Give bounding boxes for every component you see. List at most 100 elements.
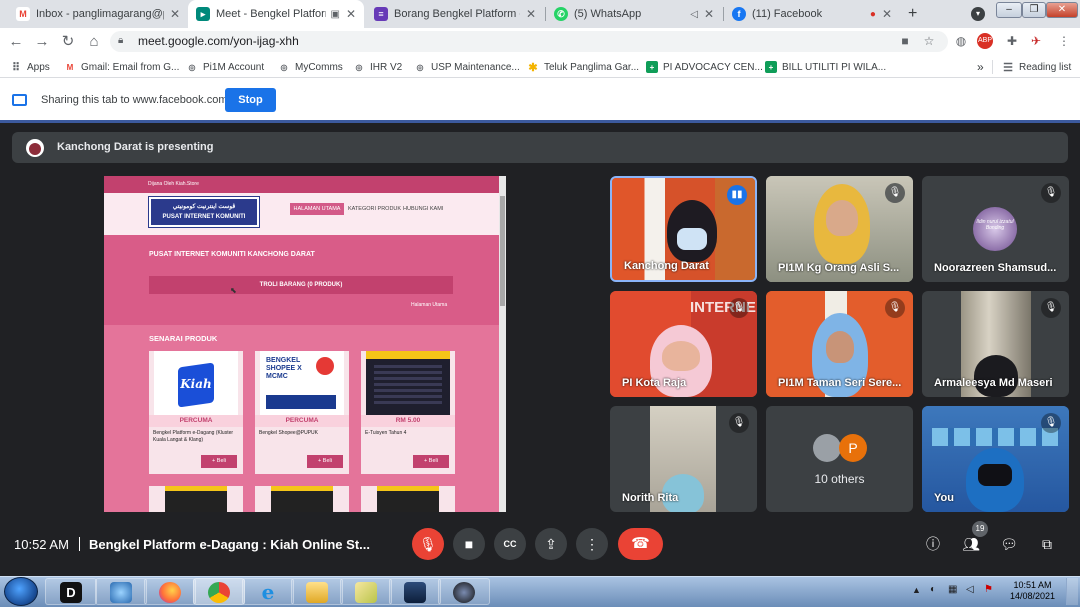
taskbar-firefox[interactable] [144,578,196,605]
leave-call-button[interactable]: ☎︎ [618,528,663,560]
volume-icon[interactable]: ◐ [930,584,936,595]
bookmark-label: Pi1M Account [203,61,265,73]
present-button[interactable]: ⇪ [535,528,567,560]
bookmark-bill[interactable]: + BILL UTILITI PI WILA... [765,59,886,75]
participant-tile[interactable]: INTERNE 🎙︎ PI Kota Raja [610,291,757,397]
bookmark-star-icon[interactable]: ☆ [920,32,938,50]
participant-tile[interactable]: Ildin nurul izzatul Bonding 🎙︎ Noorazree… [922,176,1069,282]
app-icon: D [60,582,82,603]
shared-breadcrumb: Halaman Utama [411,302,448,308]
whatsapp-icon: ✆ [554,7,568,21]
others-tile[interactable]: P 10 others [766,406,913,512]
tab-gmail[interactable]: M Inbox - panglimagarang@pi1m ✕ [8,0,188,28]
show-desktop-button[interactable] [1066,578,1078,605]
tray-expand-icon[interactable]: ▲ [912,585,921,595]
info-icon[interactable]: ⓘ [922,534,944,554]
participant-tile[interactable]: ▮▮ Kanchong Darat [610,176,757,282]
extension-icon[interactable]: ✈ [1027,32,1045,50]
participant-count-badge: 19 [972,521,988,537]
meeting-title[interactable]: Bengkel Platform e-Dagang : Kiah Online … [89,537,370,552]
reload-icon[interactable]: ↻ [58,32,78,52]
forms-icon: ≡ [374,7,388,21]
bookmark-mycomms[interactable]: ◎ MyComms [278,59,343,75]
people-icon[interactable]: 👥︎ [960,534,982,554]
network-icon[interactable]: ▦ [948,584,957,595]
bookmark-teluk[interactable]: ✱ Teluk Panglima Gar... [527,59,639,75]
start-button[interactable] [4,577,38,606]
taskbar-explorer[interactable] [291,578,343,605]
participant-tile[interactable]: 🎙︎ PI1M Kg Orang Asli S... [766,176,913,282]
camera-button[interactable]: ■ [453,528,485,560]
bookmark-usp[interactable]: ◎ USP Maintenance... [414,59,520,75]
minimize-button[interactable]: – [996,2,1022,18]
tab-meet[interactable]: ▸ Meet - Bengkel Platform e ▣ ✕ [188,0,364,28]
close-icon[interactable]: ✕ [346,7,356,21]
product-card [255,486,349,512]
close-icon[interactable]: ✕ [170,7,180,21]
activities-icon[interactable]: ⧉ [1036,534,1058,554]
taskbar-app[interactable] [340,578,392,605]
mic-off-icon: 🎙︎ [1041,183,1061,203]
taskbar-chrome[interactable] [193,578,245,605]
tab-search-icon[interactable]: ▾ [971,7,985,21]
reading-list-button[interactable]: ☰ Reading list [1002,59,1071,75]
mute-icon[interactable]: ◁ [690,9,698,20]
notes-icon [355,582,377,603]
product-image [271,486,333,512]
product-image [377,486,439,512]
close-icon[interactable]: ✕ [704,7,714,21]
tab-whatsapp[interactable]: ✆ (5) WhatsApp ◁ ✕ [546,0,722,28]
chrome-icon [208,582,230,603]
participant-tile[interactable]: 🎙︎ PI1M Taman Seri Sere... [766,291,913,397]
taskbar-ie[interactable]: e [242,578,294,605]
url-text[interactable]: meet.google.com/yon-ijag-xhh [138,31,299,52]
adblock-icon[interactable]: ABP [977,33,993,49]
globe-icon: ◎ [355,62,363,72]
restore-button[interactable]: ❐ [1022,2,1046,18]
lock-icon[interactable]: 🔒︎ [118,35,123,46]
participant-name: PI Kota Raja [622,377,687,389]
participant-tile[interactable]: 🎙︎ Armaleesya Md Maseri [922,291,1069,397]
bookmark-advocacy[interactable]: + PI ADVOCACY CEN... [646,59,763,75]
sound-icon[interactable]: ◁ [966,584,974,595]
more-options-button[interactable]: ⋮ [576,528,608,560]
taskbar-app[interactable] [438,578,490,605]
self-tile[interactable]: 🎙︎ You [922,406,1069,512]
clock[interactable]: 10:51 AM 14/08/2021 [1010,580,1055,602]
bookmark-apps[interactable]: ⠿ Apps [10,59,50,75]
product-image [366,351,450,415]
forward-icon[interactable]: → [32,32,52,52]
menu-icon[interactable]: ⋮ [1055,32,1073,50]
extensions-icon[interactable]: ✚ [1003,32,1021,50]
close-icon[interactable]: ✕ [882,7,892,21]
mic-off-button[interactable]: 🎙︎ [412,528,444,560]
stop-sharing-button[interactable]: Stop [225,88,276,112]
taskbar-app[interactable] [389,578,441,605]
chat-icon[interactable]: 💬︎ [998,534,1020,554]
meeting-time: 10:52 AM [14,537,69,552]
bookmark-ihr[interactable]: ◎ IHR V2 [353,59,403,75]
new-tab-button[interactable]: + [908,5,917,23]
taskbar-app[interactable] [95,578,147,605]
back-icon[interactable]: ← [6,32,26,52]
more-bookmarks-button[interactable]: » [977,59,984,75]
flag-icon[interactable]: ⚑ [984,584,993,595]
camera-in-use-icon[interactable]: ■ [896,32,914,50]
participant-avatar [813,434,841,462]
mic-off-icon: 🎙︎ [1041,413,1061,433]
close-window-button[interactable]: ✕ [1046,2,1078,18]
tab-facebook[interactable]: f (11) Facebook ● ✕ [724,0,900,28]
others-count: 10 others [814,472,865,486]
home-icon[interactable]: ⌂ [84,32,104,52]
participant-tile[interactable]: 🎙︎ Norith Rita [610,406,757,512]
captions-button[interactable]: CC [494,528,526,560]
bookmark-pi1m[interactable]: ◎ Pi1M Account [186,59,265,75]
taskbar-app[interactable]: D [45,578,97,605]
extension-globe-icon[interactable]: ◍ [952,32,970,50]
product-name: Bengkel Shopee@PUPUK [259,430,318,436]
shared-scrollbar-thumb [500,196,505,306]
product-card: RM 5.00 E-Tuisyen Tahun 4 + Beli [361,351,455,474]
tab-forms[interactable]: ≡ Borang Bengkel Platform e-Da ✕ [366,0,544,28]
bookmark-gmail[interactable]: M Gmail: Email from G... [64,59,180,75]
close-icon[interactable]: ✕ [526,7,536,21]
